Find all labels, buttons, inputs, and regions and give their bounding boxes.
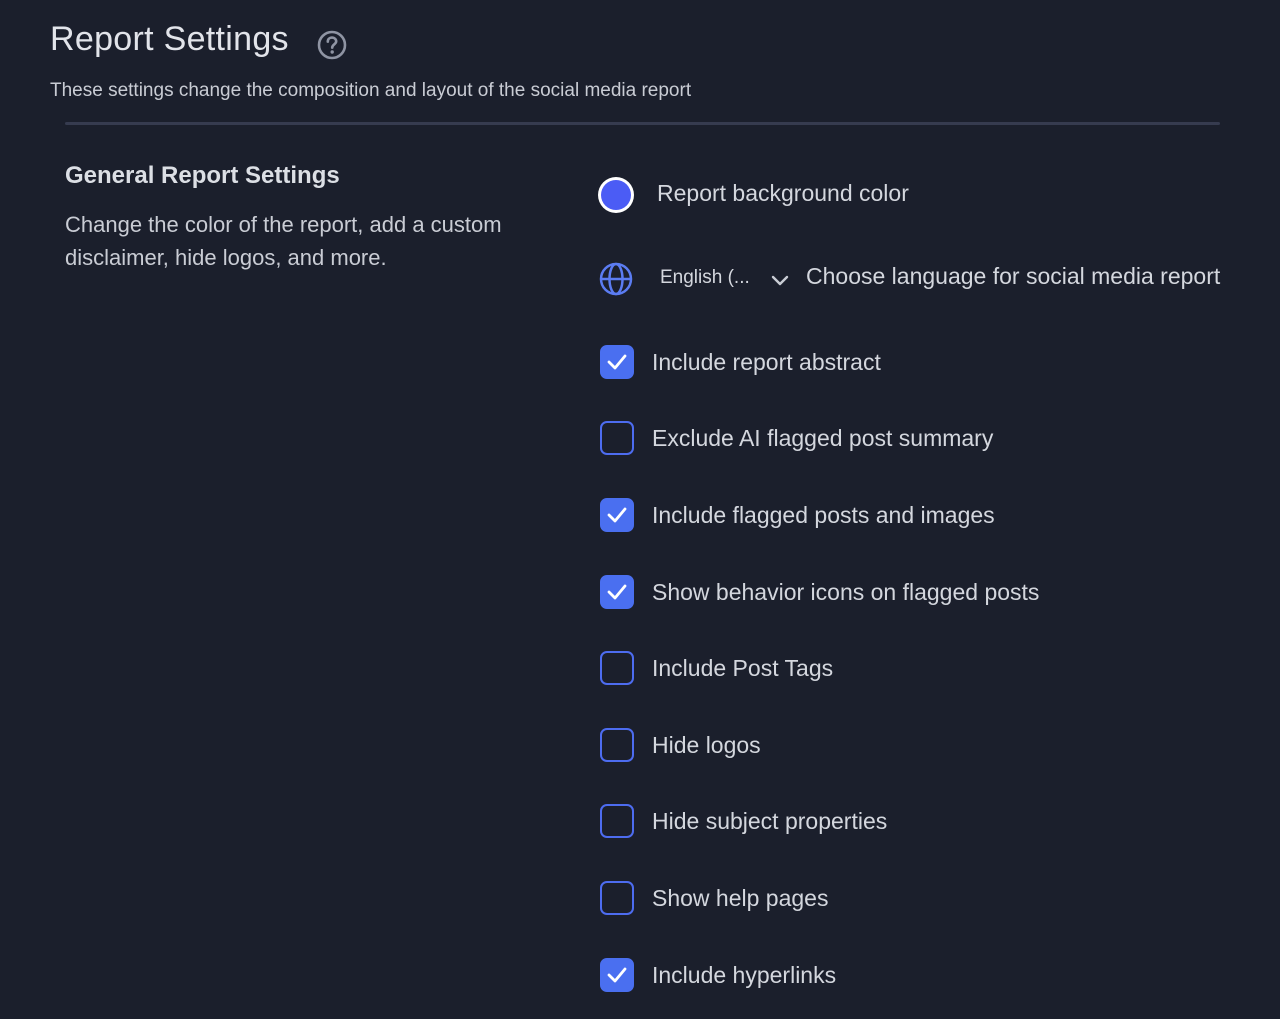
checkbox-checked[interactable] — [600, 345, 634, 379]
background-color-label: Report background color — [657, 180, 909, 206]
background-color-picker[interactable] — [598, 177, 634, 213]
language-label: Choose language for social media report — [806, 263, 1221, 289]
help-icon[interactable] — [316, 29, 348, 61]
chevron-down-icon — [771, 275, 789, 286]
option-show-behavior-icons[interactable]: Show behavior icons on flagged posts — [600, 573, 1039, 611]
option-label: Exclude AI flagged post summary — [652, 424, 994, 451]
option-label: Include report abstract — [652, 348, 881, 375]
checkmark-icon — [607, 507, 627, 523]
checkbox-unchecked[interactable] — [600, 421, 634, 455]
section-description: Change the color of the report, add a cu… — [65, 212, 502, 270]
checkmark-icon — [607, 584, 627, 600]
globe-icon — [599, 262, 633, 296]
option-hide-logos[interactable]: Hide logos — [600, 726, 761, 764]
color-swatch-fill — [601, 180, 631, 210]
option-include-flagged-posts[interactable]: Include flagged posts and images — [600, 496, 995, 534]
checkbox-checked[interactable] — [600, 958, 634, 992]
checkmark-icon — [607, 967, 627, 983]
header-divider — [65, 122, 1220, 125]
option-show-help-pages[interactable]: Show help pages — [600, 879, 828, 917]
option-include-hyperlinks[interactable]: Include hyperlinks — [600, 956, 836, 994]
checkbox-checked[interactable] — [600, 498, 634, 532]
option-label: Show help pages — [652, 884, 829, 911]
checkbox-unchecked[interactable] — [600, 651, 634, 685]
section-title: General Report Settings — [65, 162, 340, 189]
checkbox-checked[interactable] — [600, 575, 634, 609]
option-include-post-tags[interactable]: Include Post Tags — [600, 649, 833, 687]
option-label: Hide subject properties — [652, 807, 888, 834]
checkbox-unchecked[interactable] — [600, 728, 634, 762]
option-label: Include hyperlinks — [652, 961, 837, 988]
option-exclude-ai-summary[interactable]: Exclude AI flagged post summary — [600, 419, 993, 457]
page-title: Report Settings — [50, 20, 289, 58]
page-subtitle: These settings change the composition an… — [50, 80, 692, 101]
checkbox-unchecked[interactable] — [600, 804, 634, 838]
report-settings-page: Report Settings These settings change th… — [0, 0, 1280, 1019]
language-selected-value: English (... — [660, 267, 750, 288]
option-label: Include flagged posts and images — [652, 501, 995, 528]
checkmark-icon — [607, 354, 627, 370]
option-label: Include Post Tags — [652, 654, 834, 681]
option-label: Hide logos — [652, 731, 761, 758]
option-include-report-abstract[interactable]: Include report abstract — [600, 343, 881, 381]
checkbox-unchecked[interactable] — [600, 881, 634, 915]
option-hide-subject-properties[interactable]: Hide subject properties — [600, 802, 887, 840]
option-label: Show behavior icons on flagged posts — [652, 578, 1040, 605]
language-dropdown[interactable]: English (... — [650, 260, 796, 296]
